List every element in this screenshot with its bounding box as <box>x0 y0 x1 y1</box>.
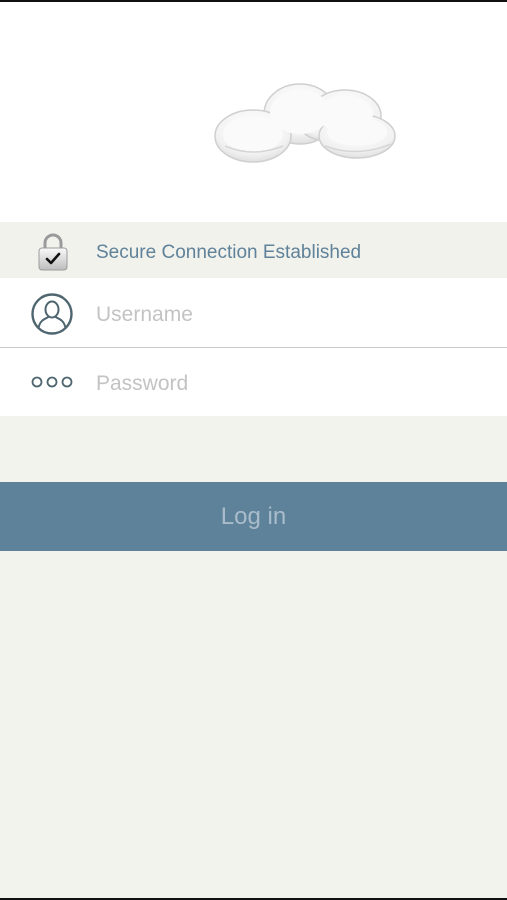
header-area <box>0 2 507 222</box>
user-icon <box>31 293 73 335</box>
password-row[interactable] <box>0 348 507 416</box>
cloud-icon <box>214 83 396 163</box>
password-input[interactable] <box>96 364 476 404</box>
username-row[interactable] <box>0 278 507 347</box>
secure-connection-status: Secure Connection Established <box>96 242 362 263</box>
padlock-check-icon <box>38 233 68 271</box>
secure-connection-bar: Secure Connection Established <box>0 222 507 278</box>
username-input[interactable] <box>96 295 476 335</box>
dots-icon <box>31 376 73 388</box>
login-button[interactable]: Log in <box>0 482 507 551</box>
